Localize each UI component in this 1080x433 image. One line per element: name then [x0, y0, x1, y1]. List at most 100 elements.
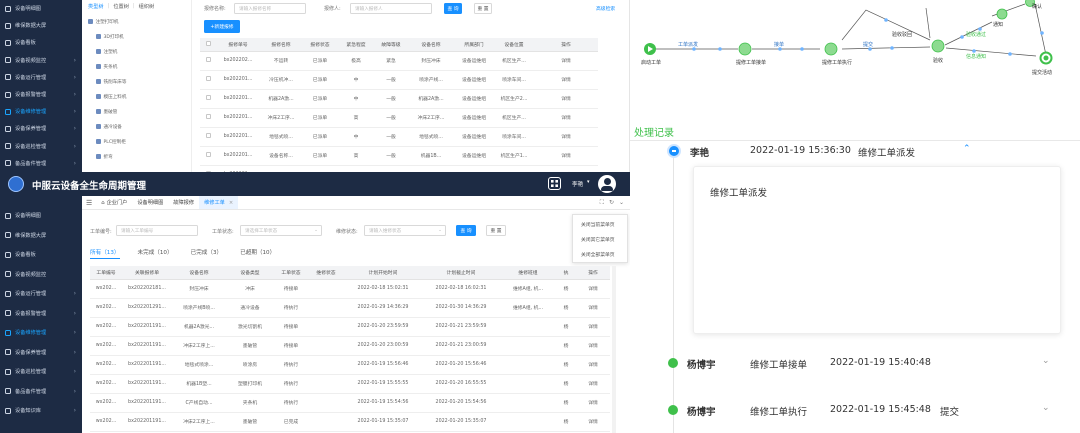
tree-item[interactable]: 墨破管 — [88, 104, 188, 119]
table-row[interactable]: bx202201... 机器2A激... 已派单中一般 机器2A激... 设备运维组 机区… — [200, 89, 598, 109]
grid-icon[interactable] — [548, 177, 561, 190]
detail-link[interactable]: 详情 — [576, 336, 610, 356]
avatar[interactable] — [598, 175, 616, 193]
chevron-down-icon[interactable]: ⌄ — [1042, 356, 1050, 366]
table-row[interactable]: wx202... bx202201191... 机器1B塑... 塑膜打印机 待执行 20… — [90, 374, 610, 394]
detail-link[interactable]: 详情 — [534, 127, 598, 147]
order-no-input[interactable]: 请输入工单编号 — [116, 225, 198, 236]
table-row[interactable]: bx202202... 不运转 已派单 极高 紧急 封压冲床 设备运维组 机区生产... 详情 — [200, 51, 598, 71]
order-status-select[interactable]: 请选择工单状态 ⌄ — [240, 225, 322, 236]
sidebar-item[interactable]: 设备明细图 — [0, 206, 82, 226]
reset-button[interactable]: 重 置 — [486, 225, 506, 236]
tab-portal[interactable]: ⌂ 企业门户 — [96, 196, 132, 209]
tree-item[interactable]: 3D打印机 — [88, 29, 188, 44]
menu-fold-icon[interactable]: ☰ — [82, 199, 96, 207]
user-name[interactable]: 李艳 — [572, 180, 583, 188]
chevron-down-icon[interactable]: ⌄ — [1042, 403, 1050, 413]
sidebar-item[interactable]: 设备巡检管理 › — [0, 138, 82, 155]
detail-link[interactable]: 详情 — [534, 165, 598, 172]
context-menu-item[interactable]: 关闭当前菜单页 — [573, 217, 627, 232]
detail-link[interactable]: 详情 — [576, 279, 610, 299]
sidebar-item[interactable]: 设备保养管理 › — [0, 120, 82, 137]
sidebar-item[interactable]: 设备看板 — [0, 245, 82, 265]
detail-link[interactable]: 详情 — [534, 89, 598, 109]
tab-work-order[interactable]: 维修工单 × — [199, 196, 239, 209]
tree-item[interactable]: 模压上料机 — [88, 89, 188, 104]
status-tab[interactable]: 已完成（3） — [191, 248, 223, 256]
tree-item[interactable]: 夹条机 — [88, 59, 188, 74]
sidebar-item[interactable]: 设备报警管理 › — [0, 304, 82, 324]
detail-link[interactable]: 详情 — [576, 298, 610, 318]
sidebar-item[interactable]: 维保数据大屏 — [0, 226, 82, 246]
detail-link[interactable]: 详情 — [576, 412, 610, 432]
query-button[interactable]: 查 询 — [456, 225, 476, 236]
sidebar-item[interactable]: 设备维修管理 › — [0, 323, 82, 343]
tab-type-tree[interactable]: 类型树 — [88, 3, 104, 10]
table-row[interactable]: wx202... bx202201291... 喷涂产线B喷... 通冷设备 待执行 20… — [90, 298, 610, 318]
detail-link[interactable]: 详情 — [534, 51, 598, 71]
tab-fault-repair[interactable]: 故障报修 — [168, 196, 199, 209]
tree-item[interactable]: 铣削车床等 — [88, 74, 188, 89]
table-row[interactable]: wx202... bx202201191... 冲床2工序上... 墨破管 已完成 202… — [90, 412, 610, 432]
sidebar-item[interactable]: 设备视频监控 — [0, 265, 82, 285]
table-row[interactable]: wx202... bx202201191... 冲床2工序上... 墨破管 待接单 202… — [90, 336, 610, 356]
tree-item[interactable]: 通冷设备 — [88, 119, 188, 134]
chevron-down-icon[interactable]: ⌄ — [619, 199, 624, 207]
fullscreen-icon[interactable]: ⛶ — [600, 199, 604, 207]
status-tab[interactable]: 所有（13） — [90, 248, 120, 256]
table-row[interactable]: wx202... bx202201191... 机器2A激光... 激光切割机 待接单 2… — [90, 317, 610, 337]
reporter-input[interactable]: 请输入报修人 — [350, 3, 432, 14]
sidebar-item[interactable]: 设备报警管理 › — [0, 86, 82, 103]
table-scrollbar[interactable] — [612, 266, 616, 433]
chevron-up-icon[interactable]: ⌃ — [963, 144, 971, 154]
detail-link[interactable]: 详情 — [576, 374, 610, 394]
row-checkbox[interactable] — [200, 127, 216, 147]
detail-link[interactable]: 详情 — [576, 317, 610, 337]
context-menu-item[interactable]: 关闭全部菜单页 — [573, 247, 627, 262]
tab-device-map[interactable]: 设备明细图 — [132, 196, 168, 209]
detail-link[interactable]: 详情 — [576, 355, 610, 375]
detail-link[interactable]: 详情 — [534, 146, 598, 166]
tree-item[interactable]: 折弯 — [88, 149, 188, 164]
sidebar-item[interactable]: 备品备件管理 › — [0, 155, 82, 172]
row-checkbox[interactable] — [200, 89, 216, 109]
table-row[interactable]: wx202... bx202201191... C产线自动... 夹条机 待执行 2022… — [90, 393, 610, 413]
context-menu-item[interactable]: 关闭其它菜单页 — [573, 232, 627, 247]
table-row[interactable]: bx202201... 冲床2工序... 已派单高一般 冲床2工序... 设备运维组 机区… — [200, 108, 598, 128]
sidebar-item[interactable]: 设备明细图 — [0, 0, 82, 17]
row-checkbox[interactable] — [200, 51, 216, 71]
table-row[interactable]: bx202201...C产线自...已派单中一般C产线自...设备运维组纸芯生产… — [200, 165, 598, 172]
sidebar-item[interactable]: 设备知识库 › — [0, 401, 82, 421]
sidebar-item[interactable]: 设备维修管理 › — [0, 103, 82, 120]
advanced-search-link[interactable]: 高级检索 — [596, 5, 615, 12]
row-checkbox[interactable] — [200, 108, 216, 128]
sidebar-item[interactable]: 设备运行管理 › — [0, 284, 82, 304]
tab-location-tree[interactable]: 位置树 — [113, 3, 129, 10]
sidebar-item[interactable]: 设备运行管理 › — [0, 69, 82, 86]
new-repair-button[interactable]: +新建报修 — [204, 20, 240, 33]
close-icon[interactable]: × — [229, 200, 233, 206]
row-checkbox[interactable] — [200, 146, 216, 166]
sidebar-item[interactable]: 设备视频监控 › — [0, 52, 82, 69]
query-button[interactable]: 查 询 — [444, 3, 462, 14]
tree-item[interactable]: 注塑打印机 — [88, 14, 188, 29]
status-tab[interactable]: 已超期（10） — [240, 248, 275, 256]
tab-org-tree[interactable]: 组织树 — [139, 3, 155, 10]
detail-link[interactable]: 详情 — [534, 108, 598, 128]
sidebar-item[interactable]: 设备巡检管理 › — [0, 362, 82, 382]
sidebar-item[interactable]: 备品备件管理 › — [0, 382, 82, 402]
repair-name-input[interactable]: 请输入报修名称 — [234, 3, 306, 14]
reset-button[interactable]: 重 置 — [474, 3, 492, 14]
select-all-checkbox[interactable] — [200, 38, 216, 52]
chevron-down-icon[interactable]: ▾ — [587, 179, 590, 185]
refresh-icon[interactable]: ↻ — [609, 199, 614, 207]
status-tab[interactable]: 未完成（10） — [138, 248, 173, 256]
row-checkbox[interactable] — [200, 165, 216, 172]
sidebar-item[interactable]: 设备保养管理 › — [0, 343, 82, 363]
sidebar-item[interactable]: 设备看板 — [0, 34, 82, 51]
table-row[interactable]: bx202201... 冷压机冲... 已派单中一般 喷涂产线... 设备运维组 喷涂车间… — [200, 70, 598, 90]
detail-link[interactable]: 详情 — [576, 393, 610, 413]
table-row[interactable]: bx202201... 设备名称... 已派单高一般 机器1B... 设备运维组 机区生产… — [200, 146, 598, 166]
tree-item[interactable]: 注塑机 — [88, 44, 188, 59]
table-row[interactable]: bx202201... 地毯式喷... 已派单中一般 地毯式喷... 设备运维组 喷涂车间… — [200, 127, 598, 147]
